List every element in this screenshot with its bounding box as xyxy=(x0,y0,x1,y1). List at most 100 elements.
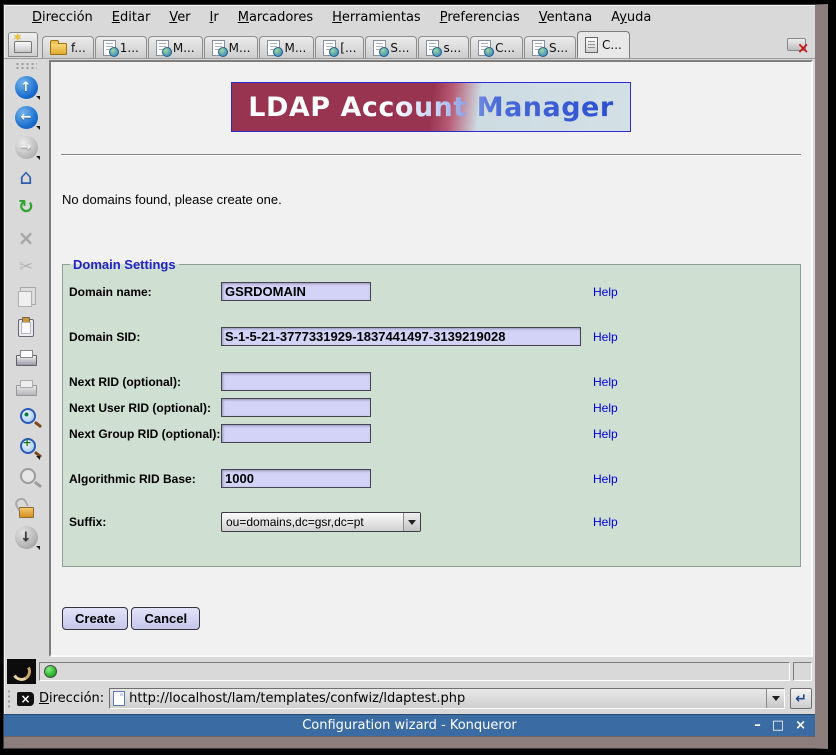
window-titlebar[interactable]: Configuration wizard - Konqueror – □ × xyxy=(4,714,815,736)
copy-button[interactable] xyxy=(11,284,41,311)
domain-sid-row: Domain SID: Help xyxy=(69,327,794,346)
zoom-out-icon xyxy=(20,468,36,484)
tab-label: f... xyxy=(71,41,86,55)
scroll-down-button[interactable]: ↓ xyxy=(11,524,41,551)
help-link-next-user-rid[interactable]: Help xyxy=(593,401,618,415)
html-page-icon xyxy=(103,40,116,56)
tab-7[interactable]: S... xyxy=(365,36,417,58)
maximize-button[interactable]: □ xyxy=(772,719,784,732)
stop-icon: × xyxy=(18,228,35,248)
toolbar-grip[interactable] xyxy=(15,62,37,70)
url-text[interactable]: http://localhost/lam/templates/confwiz/l… xyxy=(129,691,762,706)
next-rid-row: Next RID (optional): Help xyxy=(69,372,794,391)
help-link-domain-name[interactable]: Help xyxy=(593,285,618,299)
location-combobox[interactable]: http://localhost/lam/templates/confwiz/l… xyxy=(109,688,785,709)
menu-direccion[interactable]: Dirección xyxy=(32,10,93,25)
tab-5[interactable]: M... xyxy=(259,36,314,58)
back-button[interactable]: ← xyxy=(11,104,41,131)
tab-9[interactable]: C... xyxy=(470,36,523,58)
forward-button[interactable]: → xyxy=(11,134,41,161)
tab-1[interactable]: f... xyxy=(42,36,94,58)
cut-button[interactable]: ✂ xyxy=(11,254,41,281)
close-button[interactable]: × xyxy=(795,719,806,732)
go-button[interactable]: ↵ xyxy=(790,688,812,709)
clear-location-button[interactable]: × xyxy=(17,692,34,706)
folder-icon xyxy=(50,43,67,55)
help-link-domain-sid[interactable]: Help xyxy=(593,330,618,344)
next-group-rid-input[interactable] xyxy=(221,424,371,443)
find-button[interactable] xyxy=(11,404,41,431)
back-icon: ← xyxy=(15,106,38,129)
next-rid-label: Next RID (optional): xyxy=(69,375,221,389)
help-link-algorithmic-rid-base[interactable]: Help xyxy=(593,472,618,486)
help-link-next-group-rid[interactable]: Help xyxy=(593,427,618,441)
next-rid-input[interactable] xyxy=(221,372,371,391)
up-button[interactable]: ↑ xyxy=(11,74,41,101)
suffix-select[interactable]: ou=domains,dc=gsr,dc=pt xyxy=(221,512,421,532)
window-title: Configuration wizard - Konqueror xyxy=(302,718,517,733)
home-button[interactable]: ⌂ xyxy=(11,164,41,191)
tab-10[interactable]: S... xyxy=(524,36,576,58)
security-button[interactable] xyxy=(11,494,41,521)
menu-ver[interactable]: Ver xyxy=(169,10,190,25)
cut-icon: ✂ xyxy=(19,259,33,276)
tab-3[interactable]: M... xyxy=(148,36,203,58)
create-button[interactable]: Create xyxy=(62,607,128,630)
status-message-area xyxy=(39,662,790,681)
help-link-next-rid[interactable]: Help xyxy=(593,375,618,389)
next-group-rid-label: Next Group RID (optional): xyxy=(69,427,221,441)
html-page-icon xyxy=(373,40,386,56)
tab-2[interactable]: 1... xyxy=(95,36,147,58)
scroll-down-icon: ↓ xyxy=(15,526,38,549)
algorithmic-rid-base-input[interactable] xyxy=(221,469,371,488)
stop-button[interactable]: × xyxy=(11,224,41,251)
html-page-icon xyxy=(212,40,225,56)
menu-ayuda[interactable]: Ayuda xyxy=(611,10,651,25)
addressbar-grip[interactable] xyxy=(7,689,12,709)
tab-label: [... xyxy=(340,41,356,55)
menu-herramientas[interactable]: Herramientas xyxy=(332,10,421,25)
menu-marcadores[interactable]: Marcadores xyxy=(238,10,313,25)
location-dropdown-button[interactable] xyxy=(766,689,784,708)
throbber xyxy=(7,659,36,684)
text-page-icon xyxy=(585,37,598,53)
suffix-row: Suffix: ou=domains,dc=gsr,dc=pt Help xyxy=(69,512,794,532)
domain-sid-input[interactable] xyxy=(221,327,581,346)
menu-ir[interactable]: Ir xyxy=(210,10,219,25)
menu-preferencias[interactable]: Preferencias xyxy=(440,10,520,25)
algorithmic-rid-base-label: Algorithmic RID Base: xyxy=(69,472,221,486)
new-tab-button[interactable] xyxy=(8,32,38,57)
cancel-button[interactable]: Cancel xyxy=(131,607,200,630)
find-icon xyxy=(20,408,36,424)
tab-6[interactable]: [... xyxy=(315,36,364,58)
paste-button[interactable] xyxy=(11,314,41,341)
tab-label: s... xyxy=(443,41,461,55)
help-link-suffix[interactable]: Help xyxy=(593,515,618,529)
close-tab-icon xyxy=(787,38,806,51)
zoom-in-icon xyxy=(20,438,36,454)
tab-bar: f... 1... M... M... M... [... S... s... xyxy=(4,30,815,59)
menu-ventana[interactable]: Ventana xyxy=(539,10,592,25)
minimize-button[interactable]: – xyxy=(754,719,761,732)
address-label: Dirección: xyxy=(39,691,104,706)
close-tab-button[interactable] xyxy=(781,33,811,55)
resize-grip[interactable] xyxy=(793,662,812,681)
tab-4[interactable]: M... xyxy=(204,36,259,58)
dropdown-indicator xyxy=(36,456,40,460)
chevron-down-icon xyxy=(772,696,780,701)
domain-name-input[interactable] xyxy=(221,282,371,301)
print-frame-button[interactable] xyxy=(11,374,41,401)
html-page-icon xyxy=(267,40,280,56)
reload-button[interactable]: ↻ xyxy=(11,194,41,221)
next-user-rid-input[interactable] xyxy=(221,398,371,417)
menu-editar[interactable]: Editar xyxy=(112,10,151,25)
suffix-dropdown-button[interactable] xyxy=(403,513,420,531)
print-button[interactable] xyxy=(11,344,41,371)
zoom-in-button[interactable] xyxy=(11,434,41,461)
tab-11-active[interactable]: C... xyxy=(577,31,630,58)
reload-icon: ↻ xyxy=(18,198,34,217)
tab-label: M... xyxy=(229,41,251,55)
tab-8[interactable]: s... xyxy=(418,36,469,58)
zoom-out-button[interactable] xyxy=(11,464,41,491)
address-bar: × Dirección: http://localhost/lam/templa… xyxy=(4,685,815,714)
